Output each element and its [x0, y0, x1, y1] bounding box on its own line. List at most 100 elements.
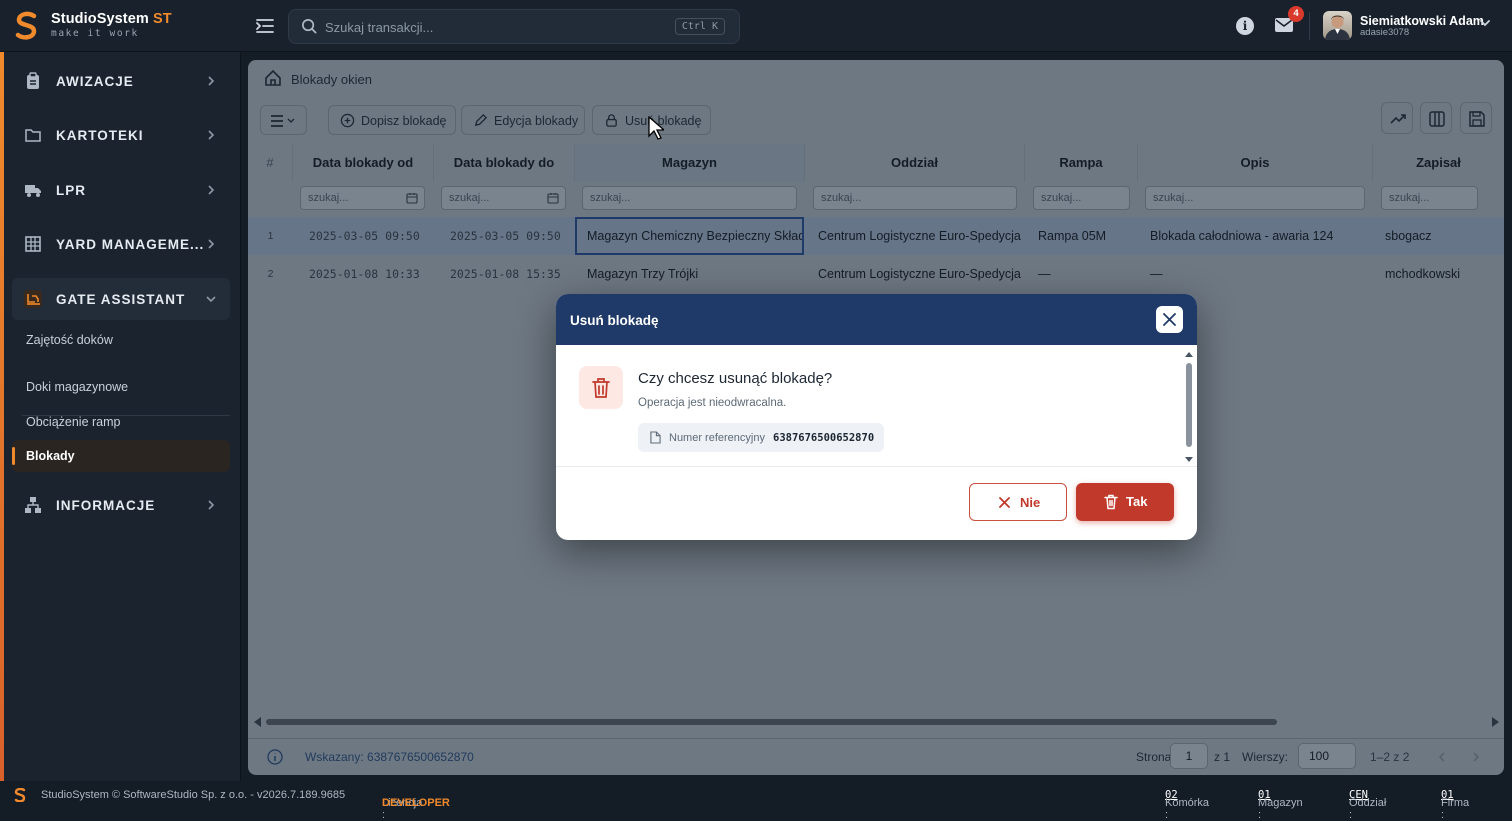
cell-rampa[interactable]: —: [1038, 255, 1051, 293]
column-header-do[interactable]: Data blokady do: [434, 144, 575, 182]
info-icon[interactable]: i: [1236, 17, 1254, 35]
prev-page-icon[interactable]: [1436, 751, 1448, 763]
close-button[interactable]: [1156, 306, 1183, 333]
firma: Firma : 01: [1441, 789, 1469, 821]
scroll-left-icon[interactable]: [254, 717, 262, 727]
filter-zapisal[interactable]: szukaj...: [1381, 186, 1478, 210]
filter-rampa[interactable]: szukaj...: [1033, 186, 1130, 210]
cell-opis[interactable]: Blokada całodniowa - awaria 124: [1150, 217, 1333, 255]
cell-do[interactable]: 2025-01-08 15:35: [450, 255, 561, 293]
home-icon[interactable]: [264, 69, 282, 87]
divider: [1309, 12, 1310, 40]
page-input[interactable]: 1: [1170, 743, 1208, 769]
view-menu-button[interactable]: [260, 105, 307, 135]
column-header-magazyn[interactable]: Magazyn: [575, 144, 805, 182]
add-block-label: Dopisz blokadę: [361, 114, 447, 128]
edit-block-button[interactable]: Edycja blokady: [461, 105, 585, 135]
column-header-rampa[interactable]: Rampa: [1025, 144, 1138, 182]
horizontal-scrollbar[interactable]: [266, 719, 1277, 725]
sidebar-subitem-blokady[interactable]: Blokady: [12, 440, 230, 472]
edit-block-label: Edycja blokady: [494, 114, 579, 128]
chart-button[interactable]: [1381, 102, 1413, 134]
cell-magazyn[interactable]: Magazyn Chemiczny Bezpieczny Skład: [575, 217, 804, 255]
cell-oddzial[interactable]: Centrum Logistyczne Euro-Spedycja: [818, 255, 1021, 293]
forklift-icon: [24, 290, 42, 308]
filter-magazyn[interactable]: szukaj...: [582, 186, 797, 210]
calendar-icon[interactable]: [406, 192, 418, 204]
sidebar-item-label: GATE ASSISTANT: [56, 292, 186, 307]
calendar-icon[interactable]: [547, 192, 559, 204]
sidebar-subitem-label: Doki magazynowe: [26, 380, 129, 394]
sidebar-item-gate-assistant[interactable]: GATE ASSISTANT: [12, 278, 230, 320]
toolbar: Dopisz blokadę Edycja blokady Usuń bloka…: [248, 96, 1504, 144]
delete-confirm-dialog: Usuń blokadę Czy chcesz usunąć blokadę? …: [556, 294, 1197, 540]
sidebar-subitem-obciazenie-ramp[interactable]: Obciążenie ramp: [12, 406, 230, 438]
filter-oddzial[interactable]: szukaj...: [813, 186, 1017, 210]
cell-zapisal[interactable]: sbogacz: [1385, 217, 1432, 255]
page-title: Blokady okien: [291, 72, 372, 87]
cell-magazyn[interactable]: Magazyn Trzy Trójki: [587, 255, 698, 293]
cell-zapisal[interactable]: mchodkowski: [1385, 255, 1460, 293]
columns-icon: [1429, 111, 1445, 127]
sidebar-item-awizacje[interactable]: AWIZACJE: [12, 60, 230, 102]
sidebar: AWIZACJE KARTOTEKI LPR YARD MANAGEME... …: [0, 52, 241, 781]
cell-od[interactable]: 2025-01-08 10:33: [309, 255, 420, 293]
filter-opis[interactable]: szukaj...: [1145, 186, 1365, 210]
dialog-subtitle: Operacja jest nieodwracalna.: [638, 397, 787, 409]
cell-od[interactable]: 2025-03-05 09:50: [309, 217, 420, 255]
reference-label: Numer referencyjny: [669, 432, 765, 444]
chevron-right-icon: [208, 500, 215, 510]
search-box[interactable]: Szukaj transakcji... Ctrl K: [288, 9, 740, 44]
reference-chip: Numer referencyjny 6387676500652870: [638, 423, 884, 452]
no-button[interactable]: Nie: [969, 483, 1067, 521]
search-input[interactable]: Szukaj transakcji...: [325, 20, 433, 35]
column-header-index: #: [248, 144, 293, 182]
table-row[interactable]: 1 2025-03-05 09:50 2025-03-05 09:50 Maga…: [248, 217, 1504, 255]
truck-icon: [25, 185, 41, 197]
rows-per-page-select[interactable]: 100: [1298, 743, 1356, 769]
columns-button[interactable]: [1420, 102, 1452, 134]
mail-count-badge: 4: [1288, 6, 1304, 22]
filter-od[interactable]: szukaj...: [300, 186, 425, 210]
scroll-right-icon[interactable]: [1491, 717, 1499, 727]
menu-toggle-icon[interactable]: [254, 15, 276, 37]
magazyn-label: Magazyn :: [1258, 797, 1303, 821]
no-button-label: Nie: [1020, 495, 1041, 510]
column-header-oddzial[interactable]: Oddział: [805, 144, 1025, 182]
sidebar-item-yard[interactable]: YARD MANAGEME...: [12, 223, 230, 265]
add-block-button[interactable]: Dopisz blokadę: [328, 105, 456, 135]
avatar[interactable]: [1323, 11, 1352, 40]
table-row[interactable]: 2 2025-01-08 10:33 2025-01-08 15:35 Maga…: [248, 255, 1504, 293]
status-bar: StudioSystem © SoftwareStudio Sp. z o.o.…: [0, 781, 1512, 821]
license-value: DEVELOPER: [382, 797, 450, 809]
column-header-zapisal[interactable]: Zapisał: [1373, 144, 1504, 182]
save-layout-button[interactable]: [1460, 102, 1492, 134]
chevron-right-icon: [208, 76, 215, 86]
chevron-down-icon[interactable]: [1478, 16, 1492, 30]
sidebar-subitem-zajetosc-dokow[interactable]: Zajętość doków: [12, 324, 230, 356]
sidebar-item-kartoteki[interactable]: KARTOTEKI: [12, 114, 230, 156]
yes-button[interactable]: Tak: [1076, 483, 1174, 521]
sidebar-item-label: LPR: [56, 183, 86, 198]
info-circle-icon: [267, 749, 283, 765]
cell-oddzial[interactable]: Centrum Logistyczne Euro-Spedycja: [818, 217, 1021, 255]
logo-icon: [15, 11, 37, 40]
filter-placeholder: szukaj...: [308, 192, 349, 204]
cell-rampa[interactable]: Rampa 05M: [1038, 217, 1106, 255]
column-header-opis[interactable]: Opis: [1138, 144, 1373, 182]
cell-opis[interactable]: —: [1150, 255, 1163, 293]
sidebar-item-informacje[interactable]: INFORMACJE: [12, 484, 230, 526]
column-header-od[interactable]: Data blokady od: [293, 144, 434, 182]
trash-icon: [592, 378, 610, 398]
range-text: 1–2 z 2: [1370, 750, 1410, 764]
sidebar-item-lpr[interactable]: LPR: [12, 169, 230, 211]
dialog-scrollbar[interactable]: [1183, 349, 1195, 466]
filter-do[interactable]: szukaj...: [441, 186, 566, 210]
yes-button-label: Tak: [1126, 494, 1148, 509]
cell-do[interactable]: 2025-03-05 09:50: [450, 217, 561, 255]
next-page-icon[interactable]: [1470, 751, 1482, 763]
sidebar-subitem-doki-magazynowe[interactable]: Doki magazynowe: [12, 371, 230, 403]
sidebar-subitem-label: Zajętość doków: [26, 333, 113, 347]
user-name[interactable]: Siemiatkowski Adam: [1360, 14, 1484, 28]
row-number: 1: [267, 230, 274, 242]
